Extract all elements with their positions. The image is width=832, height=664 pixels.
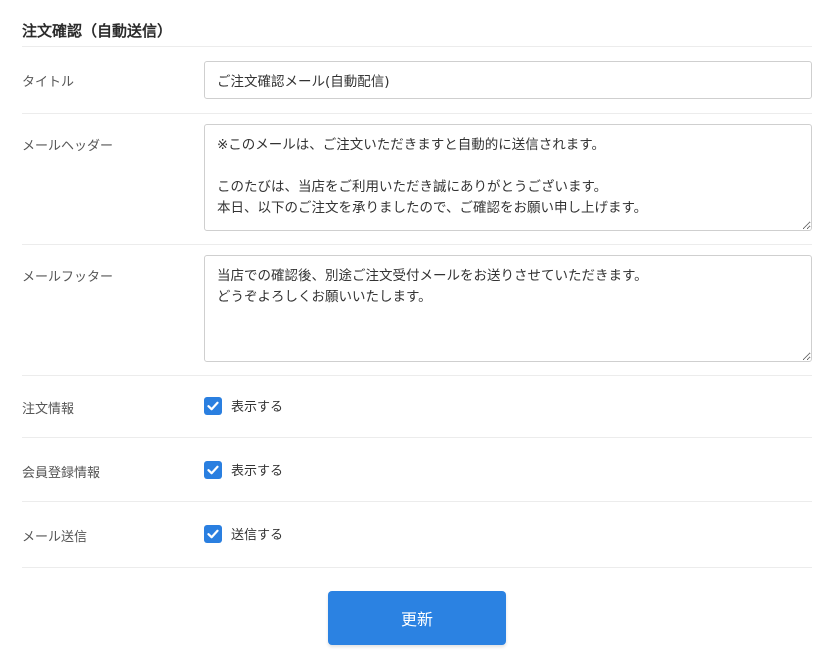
checkmark-icon bbox=[207, 465, 219, 474]
header-label: メールヘッダー bbox=[22, 139, 114, 154]
title-input[interactable] bbox=[204, 61, 812, 99]
order-info-checkbox[interactable] bbox=[204, 396, 222, 415]
divider bbox=[22, 567, 812, 568]
footer-label: メールフッター bbox=[22, 270, 114, 285]
mail-send-label: メール送信 bbox=[22, 530, 88, 545]
mail-send-checkbox-row[interactable]: 送信する bbox=[204, 524, 283, 543]
divider bbox=[22, 437, 812, 438]
title-label: タイトル bbox=[22, 75, 75, 90]
member-info-checkbox-row[interactable]: 表示する bbox=[204, 460, 283, 479]
divider bbox=[22, 113, 812, 114]
divider bbox=[22, 375, 812, 376]
order-confirm-settings: 注文確認（自動送信） タイトル メールヘッダー ※このメールは、ご注文いただきま… bbox=[0, 0, 832, 664]
divider bbox=[22, 244, 812, 245]
member-info-checkbox-label: 表示する bbox=[231, 464, 284, 479]
order-info-label: 注文情報 bbox=[22, 402, 75, 417]
divider bbox=[22, 501, 812, 502]
member-info-label: 会員登録情報 bbox=[22, 466, 101, 481]
mail-send-checkbox-label: 送信する bbox=[231, 528, 284, 543]
mail-send-checkbox[interactable] bbox=[204, 524, 222, 543]
checkmark-icon bbox=[207, 529, 219, 538]
divider bbox=[22, 46, 812, 47]
order-info-checkbox-row[interactable]: 表示する bbox=[204, 396, 283, 415]
checkmark-icon bbox=[207, 401, 219, 410]
section-title: 注文確認（自動送信） bbox=[22, 22, 173, 40]
update-button[interactable]: 更新 bbox=[328, 591, 506, 645]
mail-footer-textarea[interactable]: 当店での確認後、別途ご注文受付メールをお送りさせていただきます。 どうぞよろしく… bbox=[204, 255, 812, 362]
member-info-checkbox[interactable] bbox=[204, 460, 222, 479]
order-info-checkbox-label: 表示する bbox=[231, 400, 284, 415]
mail-header-textarea[interactable]: ※このメールは、ご注文いただきますと自動的に送信されます。 このたびは、当店をご… bbox=[204, 124, 812, 231]
